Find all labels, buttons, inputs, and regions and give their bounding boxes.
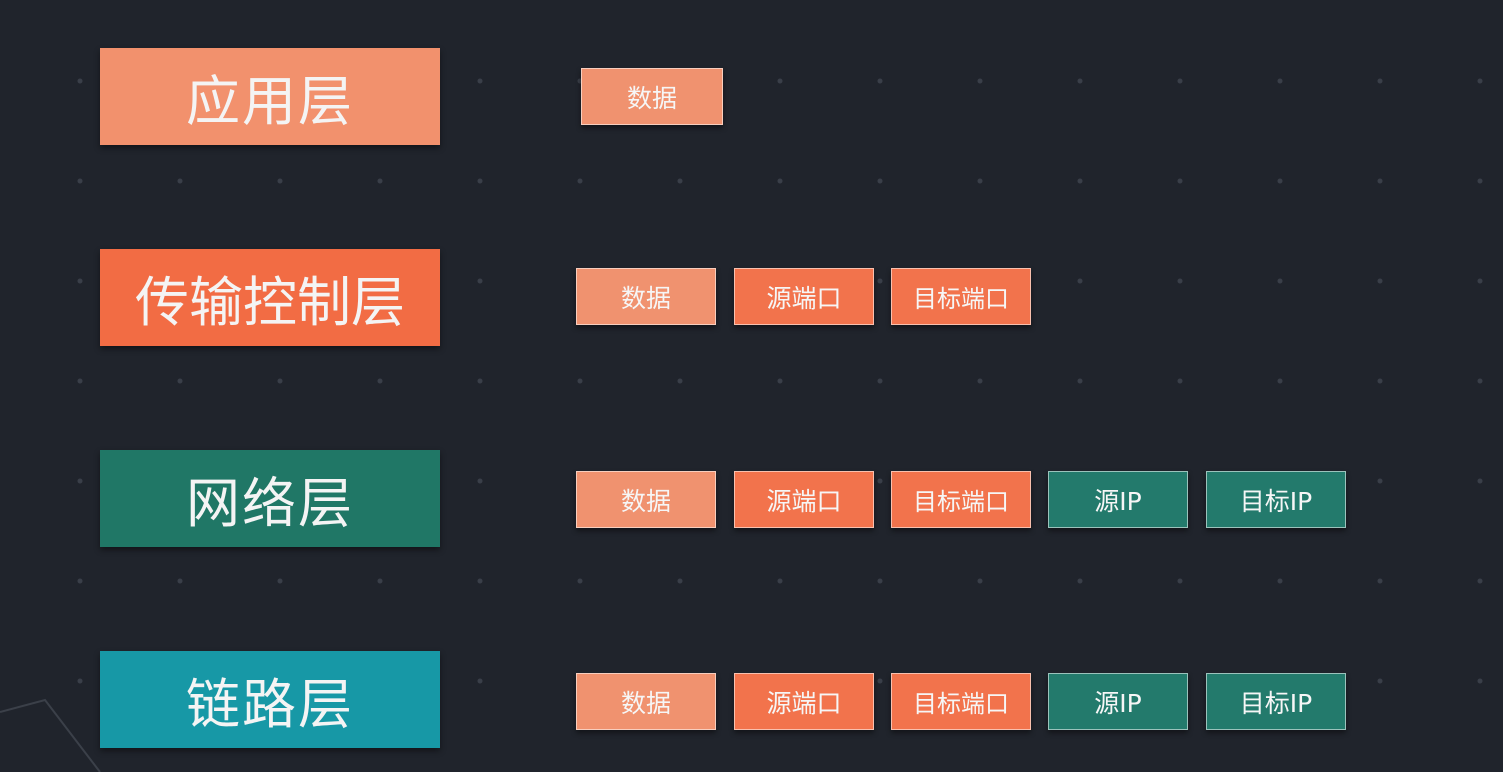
link-source-ip-cell: 源IP [1048,673,1188,730]
transport-dest-port-cell: 目标端口 [891,268,1031,325]
network-data-cell: 数据 [576,471,716,528]
link-dest-ip-cell: 目标IP [1206,673,1346,730]
network-source-port-cell: 源端口 [734,471,874,528]
network-dest-ip-cell: 目标IP [1206,471,1346,528]
layer-transport-label: 传输控制层 [100,249,440,346]
network-source-ip-cell: 源IP [1048,471,1188,528]
link-dest-port-cell: 目标端口 [891,673,1031,730]
application-data-cell: 数据 [581,68,723,125]
link-data-cell: 数据 [576,673,716,730]
network-dest-port-cell: 目标端口 [891,471,1031,528]
layer-application-label: 应用层 [100,48,440,145]
transport-data-cell: 数据 [576,268,716,325]
layer-network-label: 网络层 [100,450,440,547]
layer-link-label: 链路层 [100,651,440,748]
transport-source-port-cell: 源端口 [734,268,874,325]
link-source-port-cell: 源端口 [734,673,874,730]
